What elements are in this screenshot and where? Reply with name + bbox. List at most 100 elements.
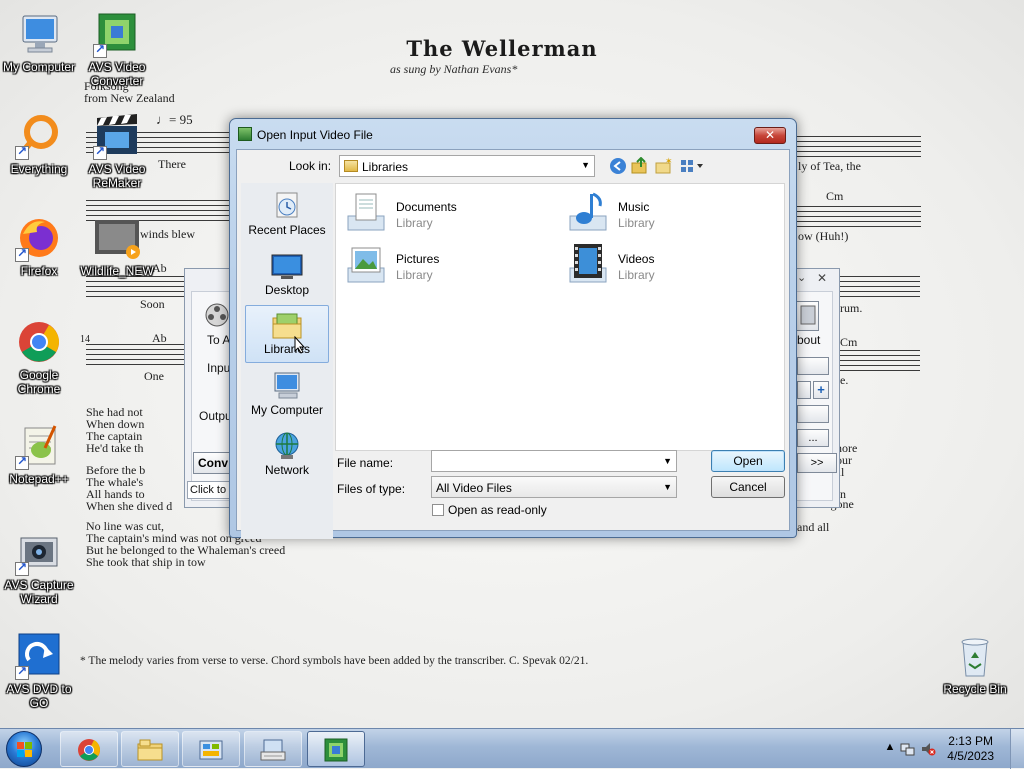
everything-icon: [15, 112, 63, 160]
desktop-icon-wildlife-new[interactable]: Wildlife_NEW: [75, 214, 159, 278]
recent-places-icon: [271, 191, 303, 221]
library-item-documents[interactable]: Documents Library: [340, 188, 550, 236]
taskbar-keyboard[interactable]: [244, 731, 302, 767]
dialog-titlebar[interactable]: Open Input Video File ✕: [230, 119, 796, 149]
desktop-icon-avs-capture-wizard[interactable]: AVS Capture Wizard: [0, 528, 81, 606]
explorer-icon: [137, 738, 163, 762]
place-my-computer[interactable]: My Computer: [245, 367, 329, 425]
back-button[interactable]: [609, 157, 627, 175]
library-name: Music: [618, 200, 650, 214]
firefox-icon: [15, 214, 63, 262]
desktop-icon-label: AVS Video ReMaker: [88, 162, 146, 190]
library-name: Documents: [396, 200, 457, 214]
files-of-type-dropdown[interactable]: All Video Files ▼: [431, 476, 677, 498]
files-of-type-value: All Video Files: [436, 481, 512, 495]
avs-converter-icon: [323, 738, 349, 762]
library-type: Library: [396, 216, 433, 230]
shortcut-arrow-icon: [15, 560, 29, 576]
control-panel-icon: [198, 738, 224, 762]
taskbar-chrome[interactable]: [60, 731, 118, 767]
options-field[interactable]: [797, 357, 829, 375]
place-label: Recent Places: [248, 223, 326, 237]
lyric-fragment: One: [144, 369, 164, 383]
chord-symbol: Cm: [826, 189, 844, 203]
minus-button[interactable]: [797, 381, 811, 399]
dialog-body: Look in: Libraries ▼ ✶ Recent Places Des…: [236, 149, 790, 539]
keyboard-icon: [260, 738, 286, 762]
new-folder-button[interactable]: ✶: [655, 156, 673, 175]
avs-remaker-icon: [93, 112, 141, 160]
place-libraries[interactable]: Libraries: [245, 305, 329, 363]
desktop-icon-avs-video-converter[interactable]: AVS Video Converter: [75, 10, 159, 88]
desktop-icon-everything[interactable]: Everything: [0, 112, 81, 176]
desktop-icon-firefox[interactable]: Firefox: [0, 214, 81, 278]
desktop-icon-label: Notepad++: [9, 472, 69, 486]
taskbar-avs-converter[interactable]: [307, 731, 365, 767]
notepadpp-icon: [15, 422, 63, 470]
chevron-down-icon: ▼: [663, 482, 672, 492]
lyric-fragment: Soon: [140, 297, 165, 311]
add-button[interactable]: +: [813, 381, 829, 399]
more-button[interactable]: >>: [797, 453, 837, 473]
clock-time: 2:13 PM: [948, 734, 993, 748]
status-hint: Click to: [187, 481, 231, 499]
score-tempo: ♩= 95: [156, 112, 193, 127]
dialog-title: Open Input Video File: [257, 128, 373, 142]
lyric-fragment: ow (Huh!): [798, 229, 849, 243]
desktop-icon-avs-dvd-to-go[interactable]: AVS DVD to GO: [0, 632, 81, 710]
file-name-input[interactable]: ▼: [431, 450, 677, 472]
chevron-down-icon: ▼: [663, 456, 672, 466]
avs-converter-icon: [93, 10, 141, 58]
field-button[interactable]: [797, 405, 829, 423]
computer-icon: [271, 371, 303, 401]
documents-library-icon: [344, 190, 388, 234]
taskbar-explorer[interactable]: [121, 731, 179, 767]
desktop-icon-google-chrome[interactable]: Google Chrome: [0, 318, 81, 396]
taskbar-clock[interactable]: 2:13 PM 4/5/2023: [947, 734, 994, 764]
score-subtitle: as sung by Nathan Evans*: [390, 62, 518, 76]
taskbar-control-panel[interactable]: [182, 731, 240, 767]
library-item-videos[interactable]: Videos Library: [562, 240, 772, 288]
look-in-dropdown[interactable]: Libraries ▼: [339, 155, 595, 177]
desktop-icon-notepad-plus-plus[interactable]: Notepad++: [0, 422, 81, 486]
place-desktop[interactable]: Desktop: [245, 247, 329, 305]
desktop-icon-avs-video-remaker[interactable]: AVS Video ReMaker: [75, 112, 159, 190]
open-button[interactable]: Open: [711, 450, 785, 472]
close-button[interactable]: ✕: [754, 127, 786, 144]
about-icon[interactable]: [795, 301, 819, 331]
shortcut-arrow-icon: [15, 454, 29, 470]
browse-button[interactable]: ...: [797, 429, 829, 447]
desktop-icon-label: AVS DVD to GO: [6, 682, 72, 710]
start-button[interactable]: [6, 731, 42, 767]
volume-muted-icon[interactable]: [920, 741, 936, 757]
chord-symbol: Cm: [840, 335, 858, 349]
up-folder-button[interactable]: [631, 156, 649, 175]
desktop-icon-recycle-bin[interactable]: Recycle Bin: [933, 632, 1017, 696]
library-type: Library: [618, 268, 655, 282]
close-icon[interactable]: ✕: [817, 271, 827, 285]
about-label[interactable]: bout: [797, 333, 820, 347]
lyric-fragment: ly of Tea, the: [798, 159, 861, 173]
library-item-music[interactable]: Music Library: [562, 188, 772, 236]
mouse-cursor-icon: [294, 335, 306, 354]
bar-number: 14: [80, 334, 90, 345]
open-file-dialog: Open Input Video File ✕ Look in: Librari…: [229, 118, 797, 539]
place-recent-places[interactable]: Recent Places: [245, 187, 329, 245]
cancel-button[interactable]: Cancel: [711, 476, 785, 498]
place-network[interactable]: Network: [245, 427, 329, 485]
show-hidden-icons-icon[interactable]: ▲: [882, 741, 898, 757]
open-read-only-checkbox[interactable]: [432, 504, 444, 516]
to-avi-label[interactable]: To A: [207, 333, 230, 347]
library-item-pictures[interactable]: Pictures Library: [340, 240, 550, 288]
network-icon: [271, 431, 303, 461]
look-in-value: Libraries: [362, 160, 409, 174]
minimize-icon[interactable]: ⌄: [797, 271, 806, 284]
chord-symbol: Ab: [152, 331, 167, 345]
shortcut-arrow-icon: [93, 144, 107, 160]
network-status-icon[interactable]: [900, 741, 916, 757]
convert-button[interactable]: Conv: [193, 452, 233, 474]
view-menu-button[interactable]: [679, 157, 707, 175]
desktop-icon-my-computer[interactable]: My Computer: [0, 10, 81, 74]
show-desktop-button[interactable]: [1010, 729, 1024, 769]
pictures-library-icon: [344, 242, 388, 286]
